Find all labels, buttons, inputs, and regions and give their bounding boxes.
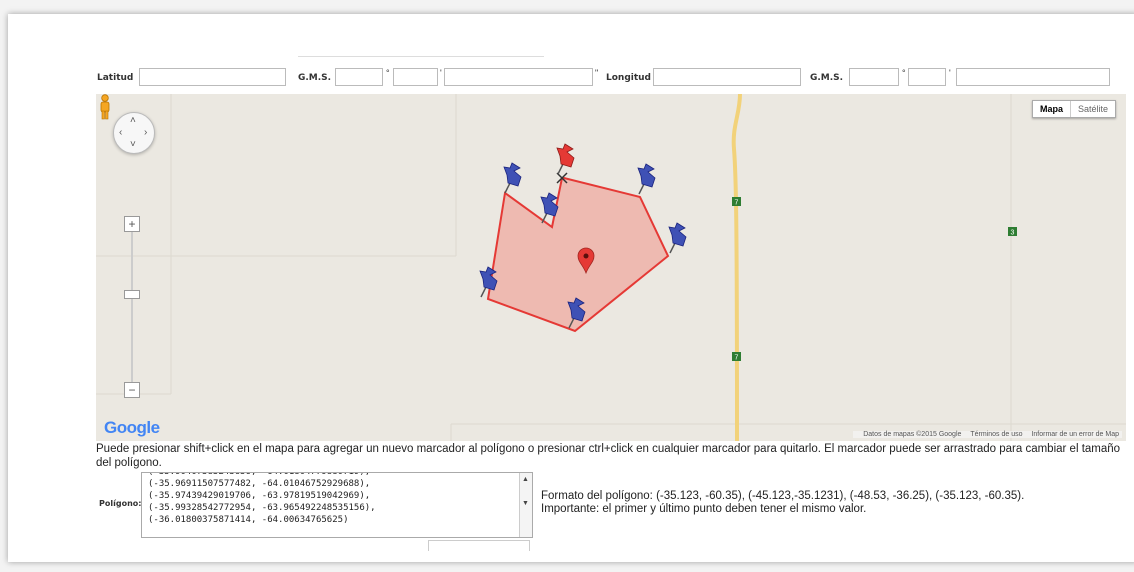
latitude-label: Latitud xyxy=(97,73,134,83)
latitude-minute-symbol: ' xyxy=(440,68,442,78)
pan-down-icon[interactable]: ˅ xyxy=(130,140,136,150)
map-type-satellite-button[interactable]: Satélite xyxy=(1069,101,1115,117)
textarea-scrollbar[interactable]: ▲ ▼ xyxy=(519,473,532,537)
latitude-degrees-input[interactable] xyxy=(335,68,383,86)
pan-left-icon[interactable]: ‹ xyxy=(119,128,122,138)
top-input-edge xyxy=(298,38,544,57)
pushpin-icon[interactable] xyxy=(503,162,522,194)
road-shield-3: 3 xyxy=(1008,227,1017,237)
page-card: Latitud G.M.S. ° ' " Longitud G.M.S. ° ' xyxy=(8,14,1134,562)
latitude-seconds-input[interactable] xyxy=(444,68,593,86)
terms-link[interactable]: Términos de uso xyxy=(970,431,1022,438)
road-shield-7-bottom-label: 7 xyxy=(735,355,739,362)
longitude-degree-symbol: ° xyxy=(902,68,906,78)
longitude-degrees-input[interactable] xyxy=(849,68,899,86)
latitude-input[interactable] xyxy=(139,68,286,86)
road-shield-7-bottom: 7 xyxy=(732,352,741,362)
map-data-credit: Datos de mapas ©2015 Google xyxy=(863,431,962,438)
format-example-text: Formato del polígono: (-35.123, -60.35),… xyxy=(541,490,1025,502)
polygon-textarea[interactable]: (-35.90407585243656, -64.01804779880719)… xyxy=(141,472,533,538)
polygon-label: Polígono: xyxy=(99,499,142,508)
highway-road xyxy=(731,94,742,441)
format-important-text: Importante: el primer y último punto deb… xyxy=(541,503,867,515)
pushpin-icon[interactable] xyxy=(668,222,687,254)
pan-control[interactable]: ˄ ˅ ‹ › xyxy=(113,112,155,154)
bottom-button-edge[interactable] xyxy=(428,540,530,551)
scroll-down-icon[interactable]: ▼ xyxy=(522,500,529,507)
longitude-seconds-input[interactable] xyxy=(956,68,1110,86)
longitude-minutes-input[interactable] xyxy=(908,68,946,86)
longitude-minute-symbol: ' xyxy=(949,68,951,78)
zoom-in-button[interactable]: + xyxy=(124,216,140,232)
instructions-text: Puede presionar shift+click en el mapa p… xyxy=(96,443,1121,469)
google-logo: Google xyxy=(104,418,160,437)
zoom-slider-track[interactable] xyxy=(131,232,133,382)
zoom-slider-handle[interactable] xyxy=(124,290,140,299)
longitude-label: Longitud xyxy=(606,73,652,83)
map-attribution: Datos de mapas ©2015 Google Términos de … xyxy=(853,431,1122,438)
map-canvas[interactable]: 7 7 3 Mapa Satélite ˄ ˅ ‹ › + − Google D… xyxy=(96,94,1126,441)
pushpin-active-icon[interactable] xyxy=(556,143,575,175)
scroll-up-icon[interactable]: ▲ xyxy=(522,476,529,483)
latitude-minutes-input[interactable] xyxy=(393,68,438,86)
road-shield-7-top: 7 xyxy=(732,197,741,207)
longitude-input[interactable] xyxy=(653,68,801,86)
pan-right-icon[interactable]: › xyxy=(144,128,147,138)
pan-up-icon[interactable]: ˄ xyxy=(130,116,136,126)
latitude-gms-label: G.M.S. xyxy=(298,73,332,83)
longitude-gms-label: G.M.S. xyxy=(810,73,844,83)
road-shield-3-label: 3 xyxy=(1011,230,1015,237)
map-type-control: Mapa Satélite xyxy=(1031,100,1116,118)
polygon-textarea-value: (-35.90407585243656, -64.01804779880719)… xyxy=(148,472,376,525)
latitude-degree-symbol: ° xyxy=(386,68,390,78)
map-layer: 7 7 3 xyxy=(96,94,1126,441)
report-error-link[interactable]: Informar de un error de Map xyxy=(1031,431,1119,438)
format-help: Formato del polígono: (-35.123, -60.35),… xyxy=(541,490,1024,516)
coordinates-bar: Latitud G.M.S. ° ' " Longitud G.M.S. ° ' xyxy=(8,62,1134,90)
map-type-mapa-button[interactable]: Mapa xyxy=(1033,101,1070,117)
road-shield-7-top-label: 7 xyxy=(735,200,739,207)
pegman-icon[interactable] xyxy=(96,94,114,120)
pushpin-icon[interactable] xyxy=(637,163,656,195)
latitude-second-symbol: " xyxy=(595,68,599,78)
zoom-out-button[interactable]: − xyxy=(124,382,140,398)
